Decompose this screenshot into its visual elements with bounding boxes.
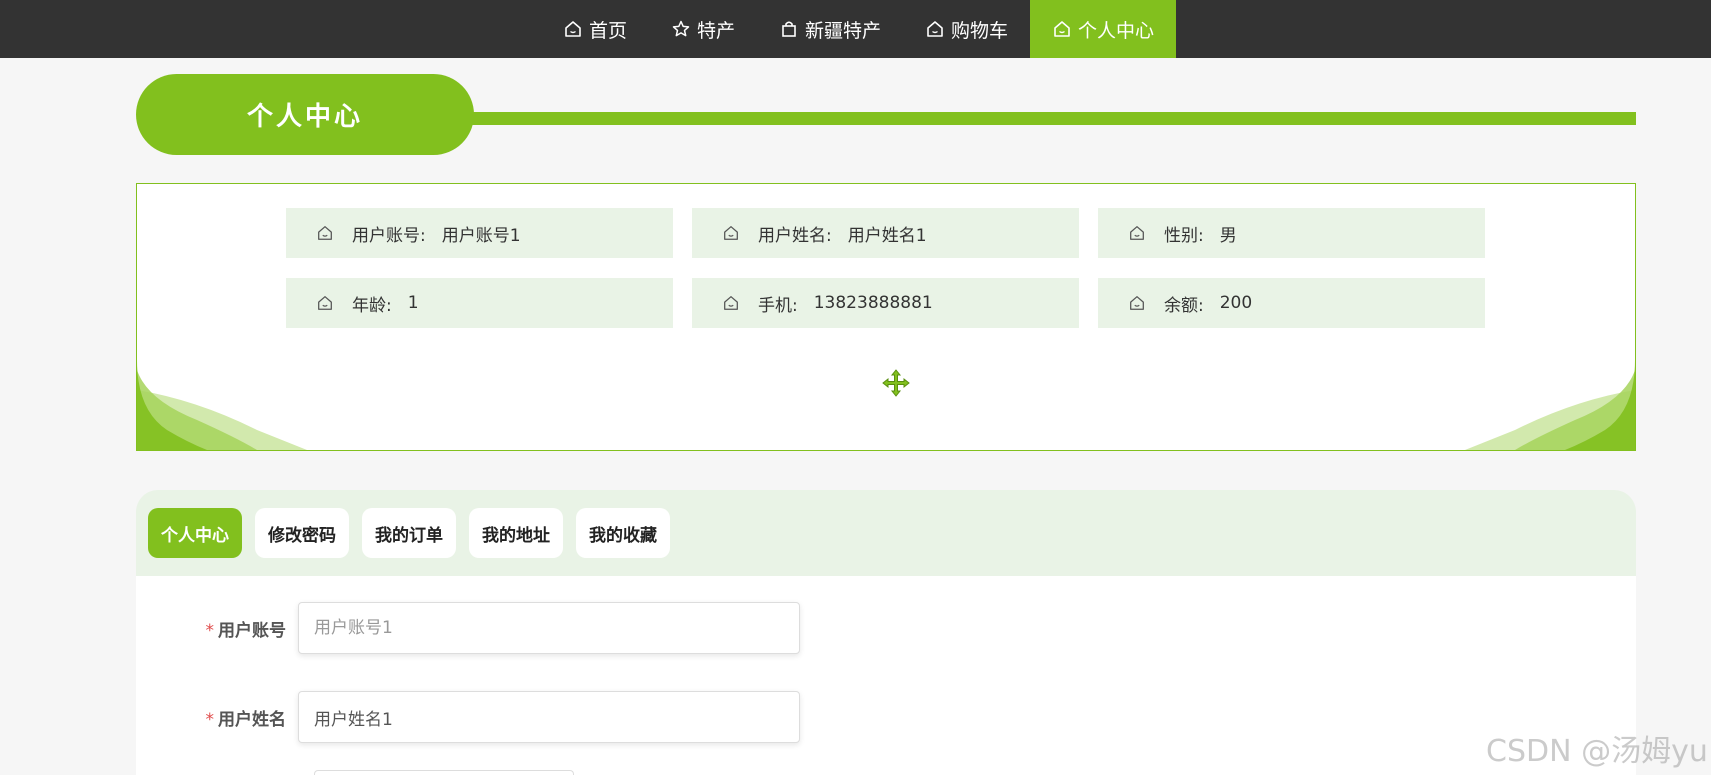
- nav-item-label: 新疆特产: [804, 19, 881, 42]
- info-phone: 手机: 13823888881: [692, 278, 1079, 328]
- info-age: 年龄: 1: [286, 278, 673, 328]
- info-label: 用户账号:: [352, 225, 426, 246]
- nav-item-label: 特产: [696, 19, 735, 42]
- tab-change-password[interactable]: 修改密码: [255, 508, 349, 558]
- home-icon: [927, 21, 943, 37]
- username-label: * 用户账号: [136, 616, 298, 641]
- info-username: 用户账号: 用户账号1: [286, 208, 673, 258]
- tab-my-orders[interactable]: 我的订单: [362, 508, 456, 558]
- decorative-wave-right: [1465, 360, 1635, 450]
- required-mark: *: [205, 709, 215, 730]
- home-icon: [565, 21, 581, 37]
- info-value: 200: [1219, 293, 1253, 313]
- top-navigation: 首页 特产 新疆特产 购物车 个人中心: [0, 0, 1711, 58]
- info-label: 手机:: [758, 295, 798, 316]
- info-gender: 性别: 男: [1098, 208, 1485, 258]
- nav-item-xinjiang-specialty[interactable]: 新疆特产: [757, 0, 903, 58]
- info-fullname: 用户姓名: 用户姓名1: [692, 208, 1079, 258]
- nav-item-personal-center[interactable]: 个人中心: [1030, 0, 1177, 58]
- tab-my-favorites[interactable]: 我的收藏: [576, 508, 670, 558]
- fullname-label-text: 用户姓名: [218, 709, 286, 730]
- home-icon: [318, 296, 332, 310]
- info-balance: 余额: 200: [1098, 278, 1485, 328]
- home-icon: [1130, 296, 1144, 310]
- fullname-label: * 用户姓名: [136, 705, 298, 730]
- form-row-fullname: * 用户姓名: [136, 691, 800, 743]
- info-label: 余额:: [1164, 295, 1204, 316]
- form-row-username: * 用户账号: [136, 602, 800, 654]
- nav-item-specialty[interactable]: 特产: [649, 0, 757, 58]
- next-field-partial: [314, 770, 574, 775]
- tab-my-address[interactable]: 我的地址: [469, 508, 563, 558]
- bag-icon: [782, 21, 796, 37]
- home-icon: [1130, 226, 1144, 240]
- info-label: 性别:: [1164, 225, 1204, 246]
- info-value: 13823888881: [813, 293, 933, 313]
- title-divider: [440, 112, 1636, 125]
- required-mark: *: [205, 620, 215, 641]
- info-value: 男: [1219, 225, 1237, 246]
- nav-item-label: 购物车: [951, 19, 1009, 42]
- info-value: 1: [407, 293, 419, 313]
- home-icon: [1054, 21, 1070, 37]
- info-label: 年龄:: [352, 295, 392, 316]
- home-icon: [724, 226, 738, 240]
- nav-item-home[interactable]: 首页: [541, 0, 649, 58]
- profile-info-card: 用户账号: 用户账号1 用户姓名: 用户姓名1 性别: 男 年龄: 1 手机: …: [136, 183, 1636, 451]
- profile-form: *用户账号 *用户姓名: [136, 576, 1636, 775]
- info-value: 用户姓名1: [847, 225, 927, 246]
- info-value: 用户账号1: [441, 225, 521, 246]
- user-center-tabs: 个人中心 修改密码 我的订单 我的地址 我的收藏: [136, 490, 1636, 576]
- page-title: 个人中心: [136, 74, 474, 155]
- username-label-text: 用户账号: [218, 620, 286, 641]
- info-label: 用户姓名:: [758, 225, 832, 246]
- username-input[interactable]: [298, 602, 800, 654]
- profile-info-grid: 用户账号: 用户账号1 用户姓名: 用户姓名1 性别: 男 年龄: 1 手机: …: [286, 208, 1485, 328]
- page-title-text: 个人中心: [246, 102, 363, 132]
- fullname-input[interactable]: [298, 691, 800, 743]
- nav-item-cart[interactable]: 购物车: [903, 0, 1030, 58]
- watermark: CSDN @汤姆yu: [1486, 734, 1708, 769]
- home-icon: [318, 226, 332, 240]
- nav-item-label: 首页: [588, 19, 627, 42]
- star-icon: [672, 20, 690, 37]
- nav-item-label: 个人中心: [1078, 19, 1155, 42]
- tab-personal-center[interactable]: 个人中心: [148, 508, 242, 558]
- home-icon: [724, 296, 738, 310]
- decorative-wave-left: [137, 360, 307, 450]
- move-icon[interactable]: [881, 368, 911, 398]
